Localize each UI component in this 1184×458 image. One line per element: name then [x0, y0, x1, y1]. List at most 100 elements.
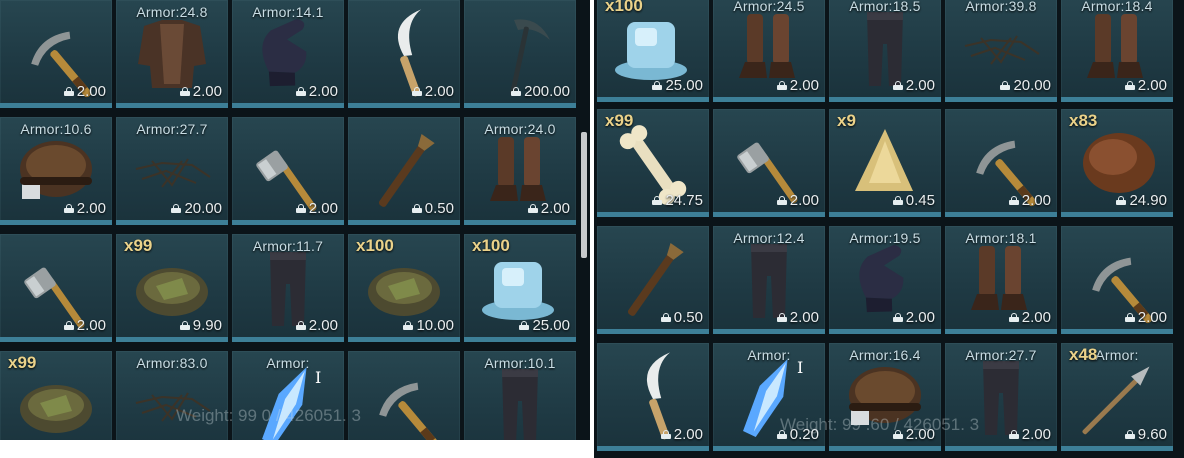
slot-bar	[597, 329, 709, 334]
armor-value: Armor:16.4	[849, 347, 921, 363]
weight-value: 2.00	[76, 317, 106, 334]
slot-bar	[348, 220, 460, 225]
inventory-slot[interactable]: Armor:11.7 2.00	[232, 234, 344, 342]
slot-bar	[464, 220, 576, 225]
weight-value: 2.00	[673, 426, 703, 443]
weight-value: 2.00	[1021, 426, 1051, 443]
inventory-slot[interactable]: Armor:24.0 2.00	[464, 117, 576, 225]
slot-bar	[348, 337, 460, 342]
item-weight: 2.00	[1008, 309, 1051, 326]
inventory-slot[interactable]: Armor:24.8 2.00	[116, 0, 228, 108]
armor-value: Armor:14.1	[252, 4, 324, 20]
inventory-slot[interactable]: Armor:18.1 2.00	[945, 226, 1057, 334]
inventory-slot[interactable]: Armor:19.5 2.00	[829, 226, 941, 334]
inventory-slot[interactable]	[348, 351, 460, 440]
armor-value: Armor:19.5	[849, 230, 921, 246]
inventory-slot[interactable]: Armor:10.1	[464, 351, 576, 440]
weight-icon	[171, 204, 182, 213]
scrollbar-thumb[interactable]	[581, 132, 587, 258]
item-weight: 2.00	[411, 83, 454, 100]
item-weight: 2.00	[776, 309, 819, 326]
item-weight: 2.00	[1124, 309, 1167, 326]
inventory-slot[interactable]: Armor:12.4 2.00	[713, 226, 825, 334]
armor-value: Armor:11.7	[252, 238, 324, 254]
inventory-slot[interactable]: 2.00	[348, 0, 460, 108]
inventory-slot[interactable]: Armor:27.7 20.00	[116, 117, 228, 225]
inventory-slot[interactable]: Armor: x48 9.60	[1061, 343, 1173, 451]
item-weight: 200.00	[511, 83, 570, 100]
armor-value: Armor:18.4	[1081, 0, 1153, 14]
stack-quantity: x99	[124, 236, 153, 255]
inventory-panel-right: x100 25.00 Armor:24.5 2.00 Armor:18.5 2.00 Arm…	[594, 0, 1184, 458]
inventory-slot[interactable]: Armor:39.8 20.00	[945, 0, 1057, 102]
inventory-slot[interactable]: 2.00	[597, 343, 709, 451]
weight-value: 24.75	[665, 192, 703, 209]
armor-value: Armor:10.6	[20, 121, 92, 137]
slot-bar	[945, 97, 1057, 102]
inventory-slot[interactable]: 2.00	[713, 109, 825, 217]
inventory-slot[interactable]: x99	[0, 351, 112, 440]
inventory-slot[interactable]: 2.00	[1061, 226, 1173, 334]
inventory-panel-left: 2.00 Armor:24.8 2.00 Armor:14.1 2.00 2.00 200.…	[0, 0, 590, 440]
item-weight: 25.00	[519, 317, 570, 334]
inventory-slot[interactable]: 2.00	[945, 109, 1057, 217]
item-weight: 2.00	[63, 200, 106, 217]
inventory-slot[interactable]: 0.50	[348, 117, 460, 225]
weight-icon	[1008, 313, 1019, 322]
inventory-slot[interactable]: Armor:18.5 2.00	[829, 0, 941, 102]
inventory-slot[interactable]: x9 0.45	[829, 109, 941, 217]
item-weight: 0.50	[411, 200, 454, 217]
weight-icon	[1008, 430, 1019, 439]
inventory-slot[interactable]: 2.00	[232, 117, 344, 225]
inventory-slot[interactable]: Armor:24.5 2.00	[713, 0, 825, 102]
inventory-slot[interactable]: Armor:18.4 2.00	[1061, 0, 1173, 102]
stack-quantity: x100	[472, 236, 510, 255]
inventory-slot[interactable]: 0.50	[597, 226, 709, 334]
armor-value: Armor:18.1	[965, 230, 1037, 246]
weight-value: 0.50	[673, 309, 703, 326]
item-weight: 20.00	[171, 200, 222, 217]
weight-value: 24.90	[1129, 192, 1167, 209]
inventory-slot[interactable]: Armor:	[232, 351, 344, 440]
slot-bar	[464, 103, 576, 108]
inventory-slot[interactable]: Armor:14.1 2.00	[232, 0, 344, 108]
item-weight: 2.00	[1008, 192, 1051, 209]
inventory-slot[interactable]: x99 9.90	[116, 234, 228, 342]
weight-value: 2.00	[192, 83, 222, 100]
weight-icon	[776, 81, 787, 90]
inventory-slot[interactable]: Armor:10.6 2.00	[0, 117, 112, 225]
inventory-slot[interactable]: 2.00	[0, 0, 112, 108]
weight-icon	[295, 321, 306, 330]
inventory-slot[interactable]: 2.00	[0, 234, 112, 342]
armor-value: Armor:24.5	[733, 0, 805, 14]
weight-icon	[511, 87, 522, 96]
slot-bar	[232, 337, 344, 342]
slot-bar	[829, 329, 941, 334]
inventory-slot[interactable]: x83 24.90	[1061, 109, 1173, 217]
weight-icon	[1008, 196, 1019, 205]
weight-value: 9.60	[1137, 426, 1167, 443]
weight-icon	[411, 87, 422, 96]
slot-bar	[1061, 97, 1173, 102]
weight-icon	[652, 196, 663, 205]
weight-value: 2.00	[789, 77, 819, 94]
stack-quantity: x100	[605, 0, 643, 15]
weight-value: 2.00	[424, 83, 454, 100]
inventory-slot[interactable]: x99 24.75	[597, 109, 709, 217]
inventory-slot[interactable]: Armor:83.0	[116, 351, 228, 440]
pickaxe-icon	[379, 382, 440, 440]
inventory-slot[interactable]: x100 10.00	[348, 234, 460, 342]
weight-icon	[892, 196, 903, 205]
item-weight: 10.00	[403, 317, 454, 334]
slot-bar	[713, 329, 825, 334]
weight-icon	[179, 87, 190, 96]
armor-value: Armor:24.0	[484, 121, 556, 137]
item-weight: 2.00	[660, 426, 703, 443]
inventory-slot[interactable]: 200.00	[464, 0, 576, 108]
item-weight: 20.00	[1000, 77, 1051, 94]
weight-icon	[403, 321, 414, 330]
weight-icon	[1116, 196, 1127, 205]
inventory-slot[interactable]: x100 25.00	[464, 234, 576, 342]
slot-bar	[829, 212, 941, 217]
inventory-slot[interactable]: x100 25.00	[597, 0, 709, 102]
